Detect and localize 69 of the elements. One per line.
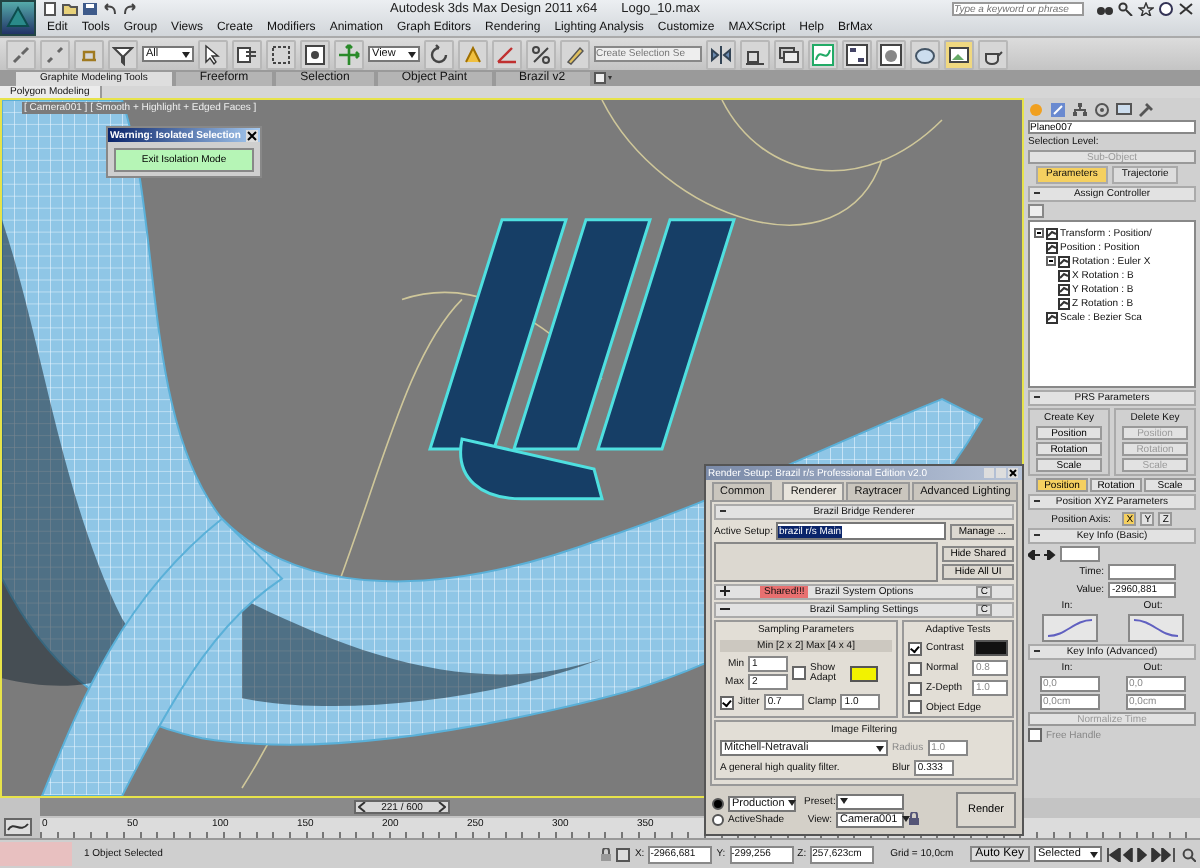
checkbox[interactable] [792, 666, 806, 680]
lock-icon[interactable] [908, 812, 920, 826]
align-icon[interactable] [740, 39, 770, 69]
collapse-box-icon[interactable] [1046, 256, 1056, 266]
playback-controls-icon[interactable] [1106, 847, 1178, 861]
pencil-icon[interactable] [560, 39, 590, 69]
binoculars-icon[interactable] [1096, 2, 1115, 16]
checkbox[interactable] [908, 661, 922, 675]
motion-icon[interactable] [1094, 102, 1110, 118]
folder-icon[interactable] [62, 2, 78, 16]
percent-snap-icon[interactable] [526, 39, 556, 69]
preset-dropdown[interactable] [836, 793, 904, 809]
undo-icon[interactable] [102, 2, 118, 16]
rendered-frame-icon[interactable] [944, 39, 974, 69]
teapot-logo-icon [4, 4, 32, 32]
color-swatch[interactable] [850, 665, 878, 681]
display-icon[interactable] [1116, 102, 1132, 118]
setup-notes-field[interactable] [714, 542, 939, 582]
lock-icon[interactable] [600, 847, 613, 861]
save-icon[interactable] [82, 2, 98, 16]
radio-button[interactable] [712, 797, 724, 809]
key-arrows-icon[interactable] [1028, 549, 1056, 559]
rotate-icon[interactable] [424, 39, 454, 69]
checkbox[interactable] [720, 695, 734, 709]
previous-frame-icon[interactable] [358, 802, 367, 812]
checkbox[interactable] [1028, 728, 1042, 742]
collapse-box-icon[interactable] [1034, 228, 1044, 238]
assign-controller-icon[interactable] [1028, 204, 1044, 218]
link-icon[interactable] [6, 39, 36, 69]
absolute-mode-icon[interactable] [616, 847, 631, 861]
checkbox[interactable] [908, 700, 922, 714]
zoom-icon[interactable] [1182, 847, 1196, 861]
key-number-field[interactable] [1060, 546, 1100, 562]
schematic-icon[interactable] [842, 39, 872, 69]
radio-button[interactable] [712, 813, 724, 825]
angle-snap-icon[interactable] [492, 39, 522, 69]
window-icon[interactable] [300, 39, 330, 69]
checkbox[interactable] [908, 681, 922, 695]
new-file-icon[interactable] [42, 2, 58, 16]
select-name-icon[interactable] [232, 39, 262, 69]
out-tangent-icon[interactable] [1127, 614, 1183, 642]
layers-icon[interactable] [774, 39, 804, 69]
star-icon[interactable] [1138, 2, 1155, 16]
hierarchy-icon[interactable] [1072, 102, 1088, 118]
time-field[interactable] [1108, 564, 1176, 580]
close-icon[interactable] [246, 129, 258, 141]
modify-icon[interactable] [1050, 102, 1066, 118]
checkbox[interactable] [908, 641, 922, 655]
select-icon[interactable] [198, 39, 228, 69]
mirror-icon[interactable] [706, 39, 736, 69]
curve-editor-toggle-icon[interactable] [4, 818, 32, 836]
filter-icon[interactable] [108, 39, 138, 69]
next-frame-icon[interactable] [438, 802, 447, 812]
hammer-icon[interactable] [1138, 102, 1154, 118]
color-swatch[interactable] [974, 640, 1008, 656]
help-icon[interactable] [1158, 2, 1175, 16]
ribbon-options-icon[interactable] [593, 72, 614, 84]
app-menu-button[interactable] [0, 0, 36, 36]
material-editor-icon[interactable] [876, 39, 906, 69]
teapot-icon[interactable] [978, 39, 1008, 69]
region-icon[interactable] [266, 39, 296, 69]
unlink-icon[interactable] [40, 39, 70, 69]
close-icon[interactable] [1178, 2, 1195, 16]
window-controls-icon[interactable] [984, 468, 1020, 478]
script-listener-field[interactable] [0, 842, 72, 866]
snap-magnet-icon[interactable] [458, 39, 488, 69]
in-tangent-icon[interactable] [1041, 614, 1097, 642]
redo-icon[interactable] [122, 2, 138, 16]
render-setup-icon[interactable] [910, 39, 940, 69]
